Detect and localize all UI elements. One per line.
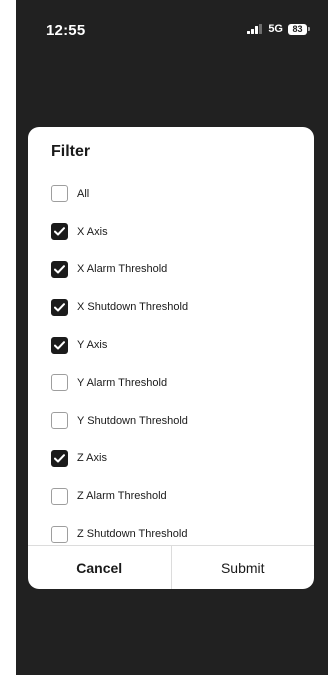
filter-option-label: Y Shutdown Threshold (77, 414, 188, 427)
network-type: 5G (268, 23, 283, 35)
filter-option-list: All X Axis X Alarm Threshold X Shutdown … (51, 175, 301, 553)
filter-option[interactable]: X Alarm Threshold (51, 251, 301, 289)
filter-option-label: Y Alarm Threshold (77, 376, 168, 389)
status-time: 12:55 (46, 22, 86, 39)
filter-option-label: Y Axis (77, 339, 108, 352)
checkbox-icon[interactable] (51, 412, 68, 430)
checkmark-icon (54, 454, 65, 463)
filter-option[interactable]: Z Alarm Threshold (51, 477, 301, 515)
battery-level: 83 (288, 23, 307, 35)
filter-option-label: X Shutdown Threshold (77, 301, 189, 314)
checkmark-icon (54, 265, 65, 274)
filter-option-label: X Alarm Threshold (77, 263, 168, 276)
checkbox-icon[interactable] (51, 374, 68, 392)
checkmark-icon (54, 302, 65, 312)
filter-option[interactable]: Y Shutdown Threshold (51, 402, 301, 440)
filter-option-label: Z Shutdown Threshold (77, 528, 188, 541)
filter-option[interactable]: Y Axis (51, 326, 301, 364)
checkbox-icon[interactable] (51, 525, 68, 543)
filter-option[interactable]: Y Alarm Threshold (51, 364, 301, 402)
checkbox-icon[interactable] (51, 336, 68, 354)
filter-dialog: Filter All X Axis X Alarm Threshold X Sh… (28, 127, 314, 589)
checkbox-icon[interactable] (51, 223, 68, 241)
checkbox-icon[interactable] (51, 449, 68, 467)
submit-button[interactable]: Submit (172, 546, 315, 589)
signal-icon (247, 24, 263, 34)
checkmark-icon (54, 227, 65, 236)
checkbox-icon[interactable] (51, 260, 68, 278)
filter-option-label: All (77, 187, 90, 200)
phone-screen: 12:55 5G 83 Filter All X Axis X Alarm Th… (16, 0, 328, 675)
checkbox-icon[interactable] (51, 487, 68, 505)
dialog-actions: Cancel Submit (28, 545, 314, 589)
checkbox-icon[interactable] (51, 298, 68, 316)
status-indicators: 5G 83 (247, 23, 310, 35)
filter-option-label: Z Axis (77, 452, 107, 465)
checkbox-icon[interactable] (51, 185, 68, 203)
dialog-title: Filter (51, 143, 91, 160)
filter-option-label: Z Alarm Threshold (77, 490, 167, 503)
filter-option[interactable]: All (51, 175, 301, 213)
filter-option[interactable]: X Shutdown Threshold (51, 288, 301, 326)
cancel-button[interactable]: Cancel (28, 546, 172, 589)
filter-option-label: X Axis (77, 225, 108, 238)
filter-option[interactable]: X Axis (51, 213, 301, 251)
battery-icon: 83 (288, 23, 310, 35)
status-bar: 12:55 5G 83 (16, 0, 328, 60)
checkmark-icon (54, 340, 65, 350)
filter-option[interactable]: Z Axis (51, 440, 301, 478)
